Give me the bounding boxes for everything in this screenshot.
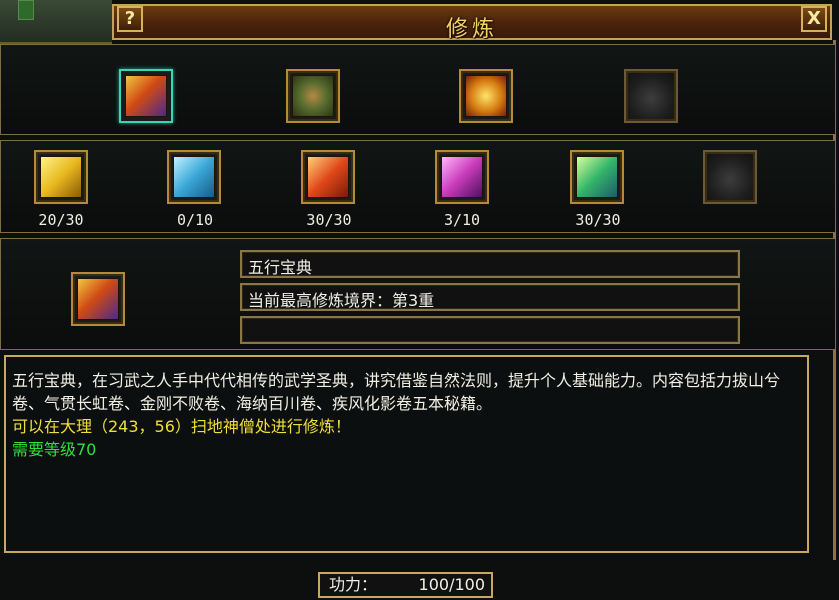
gold-bundle-icon: [465, 75, 507, 117]
help-button[interactable]: ?: [117, 6, 143, 32]
blue-book-icon: [173, 156, 215, 198]
yellow-book-icon: [40, 156, 82, 198]
purple-book-icon: [441, 156, 483, 198]
book-name-field: 五行宝典: [240, 250, 740, 278]
extra-info-field: [240, 316, 740, 344]
category-slot-4-empty[interactable]: [624, 69, 678, 123]
skill-book-slot-4[interactable]: [435, 150, 489, 204]
power-value: 100/100: [418, 575, 485, 594]
selected-book-slot: [71, 272, 125, 326]
skill-book-slot-2[interactable]: [167, 150, 221, 204]
scroll-bundle-icon: [292, 75, 334, 117]
window-title: 修炼: [445, 17, 498, 42]
category-slot-3[interactable]: [459, 69, 513, 123]
skill-books-panel: 20/30 0/10 30/30 3/10 30/30: [0, 140, 836, 233]
skill-book-progress-4: 3/10: [443, 211, 481, 229]
description-text: 五行宝典，在习武之人手中代代相传的武学圣典，讲究借鉴自然法则，提升个人基础能力。…: [12, 371, 781, 413]
close-button[interactable]: X: [801, 6, 827, 32]
description-box: 五行宝典，在习武之人手中代代相传的武学圣典，讲究借鉴自然法则，提升个人基础能力。…: [4, 355, 809, 553]
orange-book-icon: [307, 156, 349, 198]
skill-book-progress-2: 0/10: [176, 211, 214, 229]
skill-book-slot-5[interactable]: [570, 150, 624, 204]
category-slot-2[interactable]: [286, 69, 340, 123]
skill-book-progress-5: 30/30: [575, 211, 621, 229]
skill-book-progress-3: 30/30: [306, 211, 352, 229]
category-slot-1[interactable]: [119, 69, 173, 123]
title-bar: 修炼: [112, 4, 832, 42]
power-display: 功力： 100/100: [318, 572, 493, 598]
realm-field: 当前最高修炼境界：第3重: [240, 283, 740, 311]
location-text: 可以在大理（243，56）扫地神僧处进行修炼！: [12, 417, 351, 436]
book-icon: [77, 278, 119, 320]
book-icon: [125, 75, 167, 117]
background-decoration: [0, 0, 112, 44]
category-panel: [0, 44, 836, 135]
level-requirement-text: 需要等级70: [12, 440, 97, 459]
skill-book-slot-1[interactable]: [34, 150, 88, 204]
skill-book-progress-1: 20/30: [38, 211, 84, 229]
green-book-icon: [576, 156, 618, 198]
skill-book-slot-3[interactable]: [301, 150, 355, 204]
power-label: 功力：: [329, 575, 378, 594]
skill-book-slot-6-empty[interactable]: [703, 150, 757, 204]
